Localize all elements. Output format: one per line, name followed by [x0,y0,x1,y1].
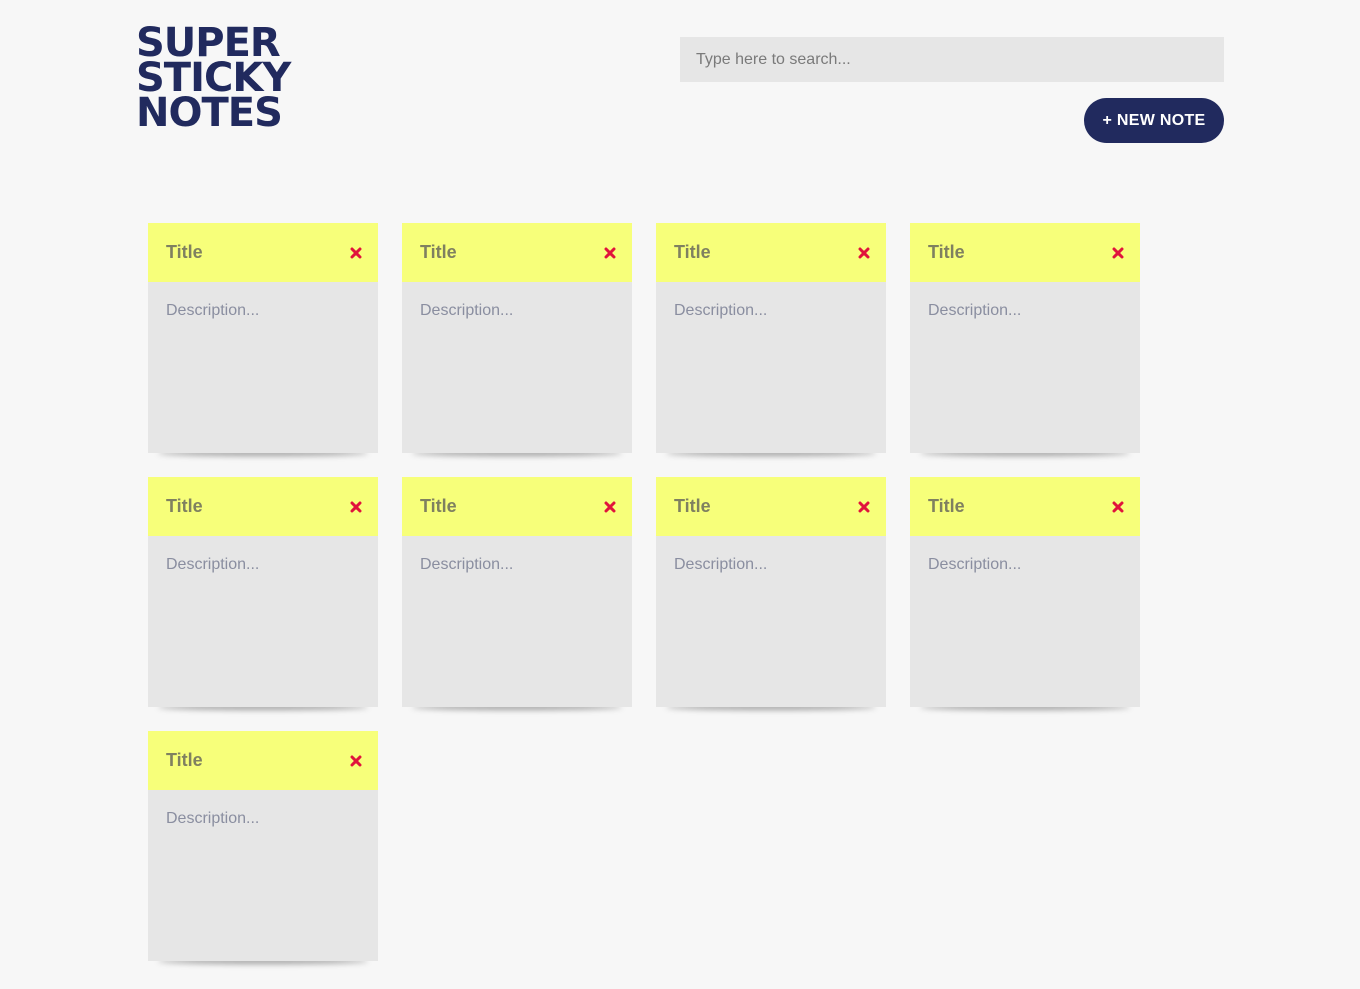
close-icon[interactable] [348,499,364,515]
sticky-note [910,477,1140,707]
close-icon-svg [350,247,362,258]
note-card [148,223,378,453]
note-title-input[interactable] [928,496,1078,517]
sticky-note [148,223,378,453]
note-title-input[interactable] [166,750,316,771]
note-description-input[interactable] [420,556,614,687]
note-description-input[interactable] [166,810,360,941]
close-icon[interactable] [1110,245,1126,261]
note-header [910,477,1140,536]
note-header [910,223,1140,282]
note-body [656,536,886,707]
app: SUPER STICKY NOTES + NEW NOTE [0,0,1360,989]
note-description-input[interactable] [166,302,360,433]
search-input[interactable] [680,37,1224,82]
close-icon-svg [858,247,870,258]
sticky-note [656,477,886,707]
note-header [402,223,632,282]
app-logo: SUPER STICKY NOTES [136,23,306,136]
note-header [402,477,632,536]
close-icon-svg [350,501,362,512]
sticky-note [656,223,886,453]
close-icon[interactable] [602,245,618,261]
note-description-input[interactable] [420,302,614,433]
close-icon-svg [1112,501,1124,512]
note-description-input[interactable] [166,556,360,687]
note-body [148,536,378,707]
note-title-input[interactable] [166,242,316,263]
note-card [656,223,886,453]
sticky-note [910,223,1140,453]
logo-line-3: NOTES [136,90,283,136]
note-description-input[interactable] [928,556,1122,687]
note-body [148,282,378,453]
note-title-input[interactable] [674,496,824,517]
note-header [148,477,378,536]
sticky-note [148,731,378,961]
note-description-input[interactable] [674,556,868,687]
sticky-note [402,223,632,453]
sticky-note [148,477,378,707]
note-body [402,282,632,453]
note-card [148,731,378,961]
note-card [148,477,378,707]
note-title-input[interactable] [928,242,1078,263]
note-card [402,223,632,453]
note-header [656,477,886,536]
note-card [910,477,1140,707]
note-header [148,731,378,790]
close-icon[interactable] [856,245,872,261]
close-icon-svg [350,755,362,766]
note-description-input[interactable] [928,302,1122,433]
note-body [656,282,886,453]
note-description-input[interactable] [674,302,868,433]
close-icon[interactable] [348,245,364,261]
close-icon-svg [858,501,870,512]
close-icon[interactable] [348,753,364,769]
note-body [148,790,378,961]
close-icon[interactable] [856,499,872,515]
new-note-button[interactable]: + NEW NOTE [1084,98,1224,143]
close-icon[interactable] [602,499,618,515]
close-icon[interactable] [1110,499,1126,515]
note-header [656,223,886,282]
note-card [402,477,632,707]
note-header [148,223,378,282]
note-title-input[interactable] [420,496,570,517]
note-body [910,282,1140,453]
close-icon-svg [604,501,616,512]
close-icon-svg [604,247,616,258]
close-icon-svg [1112,247,1124,258]
note-title-input[interactable] [674,242,824,263]
note-body [402,536,632,707]
note-title-input[interactable] [420,242,570,263]
note-card [656,477,886,707]
note-body [910,536,1140,707]
note-title-input[interactable] [166,496,316,517]
sticky-note [402,477,632,707]
note-card [910,223,1140,453]
notes-grid [148,223,1148,961]
